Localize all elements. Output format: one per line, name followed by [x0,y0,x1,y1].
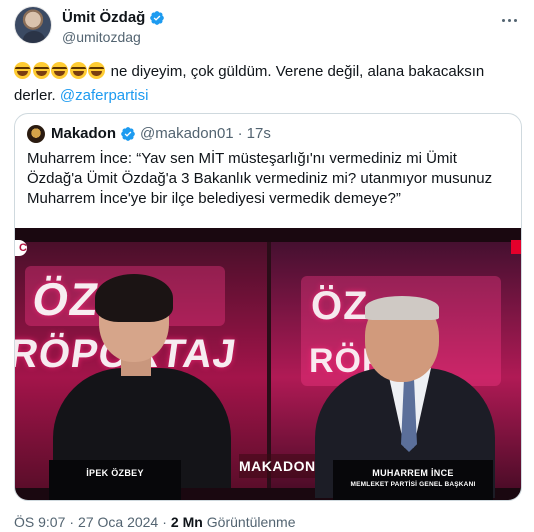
quote-timestamp[interactable]: 17s [247,125,271,142]
meta-separator: · [162,514,167,530]
joy-emoji-icon [51,62,68,79]
verified-badge-icon [150,10,165,25]
views-label: Görüntülenme [206,514,296,530]
more-dot-icon [501,18,505,22]
video-thumbnail[interactable]: ÖZEL RÖPORTAJ ÖZ RÖP C MAKADON İPEK Ö [15,228,521,500]
caption-right-name: MUHARREM İNCE [372,468,454,478]
quoted-tweet-card[interactable]: Makadon @makadon01 · 17s Muharrem İnce: … [14,113,522,501]
live-tag [511,240,521,254]
caption-right: MUHARREM İNCE MEMLEKET PARTİSİ GENEL BAŞ… [333,460,493,500]
channel-logo: C [15,240,27,256]
tweet-time[interactable]: ÖS 9:07 [14,514,65,530]
mention-link[interactable]: @zaferpartisi [60,87,149,104]
verified-badge-icon [121,126,135,141]
caption-left: İPEK ÖZBEY [49,460,181,500]
author-name-row: Ümit Özdağ [62,9,165,26]
quote-author-avatar[interactable] [27,125,45,143]
tweet-date[interactable]: 27 Oca 2024 [78,514,158,530]
quote-text: Muharrem İnce: “Yav sen MİT müsteşarlığı… [27,150,493,207]
emoji-group [14,62,111,80]
presenter-hair [95,274,173,322]
author-avatar[interactable] [14,6,52,44]
quote-display-name[interactable]: Makadon [51,125,116,142]
tweet-text: ne diyeyim, çok güldüm. Verene değil, al… [14,60,520,108]
views-count: 2 Mn [170,514,203,530]
quote-header: Makadon @makadon01 · 17s [51,125,271,142]
more-dot-icon [507,18,511,22]
quote-separator: · [237,125,243,142]
author-handle[interactable]: @umitozdag [62,29,141,45]
guest-hair [365,296,439,320]
joy-emoji-icon [88,62,105,79]
meta-separator: · [69,514,75,530]
joy-emoji-icon [14,62,31,79]
caption-right-title: MEMLEKET PARTİSİ GENEL BAŞKANI [350,481,476,488]
more-options-button[interactable] [498,12,520,28]
joy-emoji-icon [32,62,50,79]
bg-text-right-1: ÖZ [311,284,369,328]
tweet: Ümit Özdağ @umitozdag ne diyeyim, çok gü… [0,0,534,532]
video-watermark: MAKADON [239,454,315,478]
tweet-meta: ÖS 9:07 · 27 Oca 2024 · 2 Mn Görüntülenm… [14,514,296,530]
author-display-name[interactable]: Ümit Özdağ [62,9,145,26]
caption-left-name: İPEK ÖZBEY [86,468,144,478]
more-dot-icon [513,18,517,22]
quote-handle[interactable]: @makadon01 [140,125,234,142]
joy-emoji-icon [69,62,87,79]
